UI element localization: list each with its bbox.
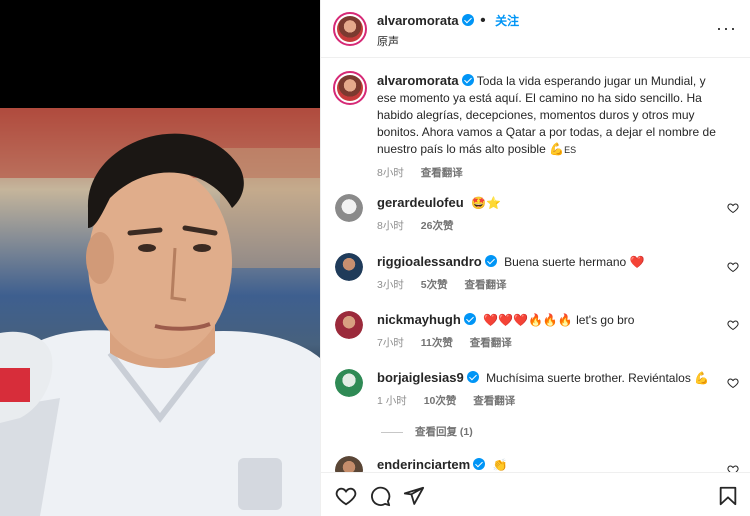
audio-label[interactable]: 原声 xyxy=(377,33,519,49)
comment-text: 👏 xyxy=(492,458,508,472)
comment-icon[interactable] xyxy=(369,485,391,507)
caption-username[interactable]: alvaromorata xyxy=(377,73,459,88)
caption-avatar[interactable] xyxy=(333,71,367,105)
verified-badge-icon xyxy=(466,371,479,383)
comment-like-heart-icon[interactable] xyxy=(727,377,739,389)
verified-badge-icon xyxy=(463,313,476,325)
comment-text: ❤️❤️❤️🔥🔥🔥 let's go bro xyxy=(483,313,635,327)
verified-badge-icon xyxy=(461,14,474,26)
comment-translate-link[interactable]: 查看翻译 xyxy=(465,279,507,291)
verified-badge-icon xyxy=(461,74,474,86)
comment-text: Muchísima suerte brother. Reviéntalos 💪 xyxy=(486,371,710,385)
comment-likes[interactable]: 5次赞 xyxy=(421,279,448,291)
comment-meta: 3小时 5次赞 查看翻译 xyxy=(377,277,717,294)
paper-plane-icon[interactable] xyxy=(403,485,425,507)
view-replies-button[interactable]: 查看回复 (1) xyxy=(381,424,473,439)
comment-time: 3小时 xyxy=(377,279,404,291)
comment-time: 7小时 xyxy=(377,337,404,349)
separator-dot: • xyxy=(480,12,486,29)
comment-meta: 8小时 26次赞 xyxy=(377,218,717,235)
post-actions-bar xyxy=(321,472,750,516)
post-media[interactable] xyxy=(0,0,320,516)
caption-meta: 8小时 查看翻译 xyxy=(377,165,717,182)
comment-likes[interactable]: 26次赞 xyxy=(421,220,454,232)
post-details-panel: alvaromorata • 关注 原声 ··· alvaromorata To… xyxy=(320,0,750,516)
comment-likes[interactable]: 10次赞 xyxy=(424,395,457,407)
caption-time: 8小时 xyxy=(377,167,404,179)
commenter-avatar[interactable] xyxy=(335,194,363,222)
comment-text: 🤩⭐ xyxy=(471,196,501,210)
verified-badge-icon xyxy=(484,255,497,267)
commenter-avatar[interactable] xyxy=(335,253,363,281)
flexed-biceps-emoji: 💪 xyxy=(549,142,565,156)
more-options-icon[interactable]: ··· xyxy=(716,18,737,39)
comment-translate-link[interactable]: 查看翻译 xyxy=(470,337,512,349)
comment-meta: 7小时 11次赞 查看翻译 xyxy=(377,335,717,352)
author-username[interactable]: alvaromorata xyxy=(377,13,459,28)
comment-like-heart-icon[interactable] xyxy=(727,464,739,472)
comment-time: 8小时 xyxy=(377,220,404,232)
caption-translate-link[interactable]: 查看翻译 xyxy=(421,167,463,179)
comment-like-heart-icon[interactable] xyxy=(727,202,739,214)
commenter-username[interactable]: nickmayhugh xyxy=(377,312,461,327)
caption-flag-code: ES xyxy=(564,145,577,155)
verified-badge-icon xyxy=(473,458,486,470)
commenter-username[interactable]: borjaiglesias9 xyxy=(377,370,464,385)
follow-button[interactable]: 关注 xyxy=(495,14,519,28)
post-image[interactable] xyxy=(0,108,320,516)
view-replies-row: 查看回复 (1) xyxy=(321,424,750,440)
comment-time: 1 小时 xyxy=(377,395,407,407)
commenter-avatar[interactable] xyxy=(335,311,363,339)
commenter-username[interactable]: gerardeulofeu xyxy=(377,195,464,210)
comment-meta: 1 小时 10次赞 查看翻译 xyxy=(377,393,717,410)
comments-scroll-area[interactable]: alvaromorata Toda la vida esperando juga… xyxy=(321,58,750,472)
comment-like-heart-icon[interactable] xyxy=(727,261,739,273)
commenter-avatar[interactable] xyxy=(335,369,363,397)
commenter-avatar[interactable] xyxy=(335,456,363,472)
comment-text: Buena suerte hermano ❤️ xyxy=(504,255,645,269)
author-avatar[interactable] xyxy=(333,12,367,46)
comment-translate-link[interactable]: 查看翻译 xyxy=(473,395,515,407)
commenter-username[interactable]: enderinciartem xyxy=(377,457,470,472)
commenter-username[interactable]: riggioalessandro xyxy=(377,254,482,269)
comment-likes[interactable]: 11次赞 xyxy=(421,337,453,349)
bookmark-icon[interactable] xyxy=(717,485,739,507)
post-header: alvaromorata • 关注 原声 ··· xyxy=(321,0,750,58)
heart-icon[interactable] xyxy=(335,485,357,507)
comment-like-heart-icon[interactable] xyxy=(727,319,739,331)
player-portrait-illustration xyxy=(0,108,320,516)
